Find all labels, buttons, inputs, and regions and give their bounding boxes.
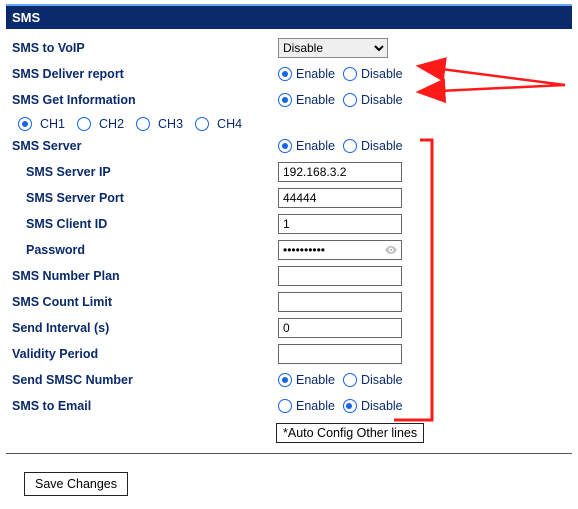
label-deliver-report: SMS Deliver report: [6, 67, 278, 81]
radio-ch2[interactable]: [77, 117, 91, 131]
radio-smsc-enable[interactable]: [278, 373, 292, 387]
radio-label-enable: Enable: [296, 67, 335, 81]
radio-email-disable[interactable]: [343, 399, 357, 413]
input-send-interval[interactable]: [278, 318, 402, 338]
radio-deliver-disable[interactable]: [343, 67, 357, 81]
input-validity[interactable]: [278, 344, 402, 364]
input-password[interactable]: [278, 240, 402, 260]
sms-form: SMS to VoIP Disable SMS Deliver report E…: [6, 29, 572, 454]
label-ch1: CH1: [40, 117, 65, 131]
label-sms-email: SMS to Email: [6, 399, 278, 413]
radio-label-enable: Enable: [296, 139, 335, 153]
radio-server-enable[interactable]: [278, 139, 292, 153]
radio-getinfo-disable[interactable]: [343, 93, 357, 107]
radio-server-disable[interactable]: [343, 139, 357, 153]
input-number-plan[interactable]: [278, 266, 402, 286]
label-password: Password: [6, 243, 278, 257]
label-smsc: Send SMSC Number: [6, 373, 278, 387]
input-server-port[interactable]: [278, 188, 402, 208]
label-server-port: SMS Server Port: [6, 191, 278, 205]
radio-ch3[interactable]: [136, 117, 150, 131]
radio-label-disable: Disable: [361, 67, 403, 81]
page-title: SMS: [12, 10, 40, 25]
radio-label-enable: Enable: [296, 373, 335, 387]
save-button[interactable]: Save Changes: [24, 472, 128, 496]
label-number-plan: SMS Number Plan: [6, 269, 278, 283]
radio-label-disable: Disable: [361, 373, 403, 387]
label-get-info: SMS Get Information: [6, 93, 278, 107]
channel-row: CH1 CH2 CH3 CH4: [6, 113, 572, 133]
radio-smsc-disable[interactable]: [343, 373, 357, 387]
radio-label-enable: Enable: [296, 93, 335, 107]
radio-label-disable: Disable: [361, 399, 403, 413]
input-client-id[interactable]: [278, 214, 402, 234]
label-ch2: CH2: [99, 117, 124, 131]
auto-config-button[interactable]: *Auto Config Other lines: [276, 423, 424, 443]
label-client-id: SMS Client ID: [6, 217, 278, 231]
select-sms-to-voip[interactable]: Disable: [278, 38, 388, 58]
radio-ch1[interactable]: [18, 117, 32, 131]
radio-label-disable: Disable: [361, 139, 403, 153]
label-server-ip: SMS Server IP: [6, 165, 278, 179]
title-bar: SMS: [6, 4, 572, 29]
label-sms-server: SMS Server: [6, 139, 278, 153]
label-count-limit: SMS Count Limit: [6, 295, 278, 309]
page-wrap: SMS SMS to VoIP Disable SMS Deliver repo…: [0, 0, 578, 500]
radio-deliver-enable[interactable]: [278, 67, 292, 81]
radio-email-enable[interactable]: [278, 399, 292, 413]
label-validity: Validity Period: [6, 347, 278, 361]
label-send-interval: Send Interval (s): [6, 321, 278, 335]
radio-getinfo-enable[interactable]: [278, 93, 292, 107]
radio-label-enable: Enable: [296, 399, 335, 413]
radio-ch4[interactable]: [195, 117, 209, 131]
input-count-limit[interactable]: [278, 292, 402, 312]
input-server-ip[interactable]: [278, 162, 402, 182]
label-sms-to-voip: SMS to VoIP: [6, 41, 278, 55]
label-ch4: CH4: [217, 117, 242, 131]
radio-label-disable: Disable: [361, 93, 403, 107]
label-ch3: CH3: [158, 117, 183, 131]
